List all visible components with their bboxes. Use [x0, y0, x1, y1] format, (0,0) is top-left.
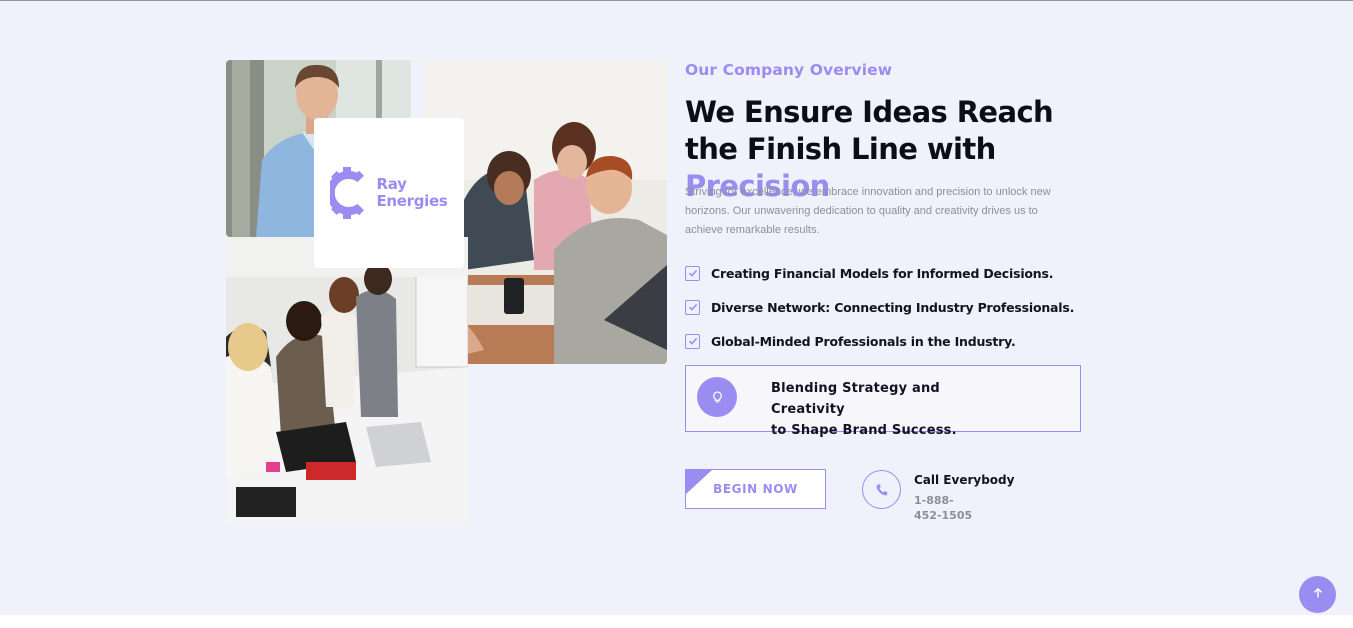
company-overview-section	[0, 1, 1353, 615]
office-team-image	[226, 237, 468, 523]
checkbox-checked-icon	[685, 299, 700, 315]
call-label: Call Everybody	[914, 473, 1015, 487]
checkbox-checked-icon	[685, 333, 700, 349]
logo-wordmark: Ray Energies	[376, 176, 447, 210]
checklist-item: Creating Financial Models for Informed D…	[685, 256, 1074, 290]
checklist-item-text: Global-Minded Professionals in the Indus…	[711, 333, 1016, 349]
checklist-item-text: Diverse Network: Connecting Industry Pro…	[711, 299, 1075, 315]
logo-line1: Ray	[376, 175, 407, 193]
phone-icon[interactable]	[862, 470, 901, 509]
headline-main: We Ensure Ideas Reach the Finish Line wi…	[685, 95, 1054, 166]
strategy-feature-box: Blending Strategy and Creativity to Shap…	[685, 365, 1081, 438]
feature-text-line2: to Shape Brand Success.	[771, 423, 957, 438]
checklist-item: Diverse Network: Connecting Industry Pro…	[685, 290, 1074, 324]
begin-now-label: BEGIN NOW	[713, 482, 798, 496]
lightbulb-icon	[697, 377, 737, 417]
phone-number[interactable]: 1-888-452-1505	[914, 493, 978, 523]
arrow-up-icon	[1312, 586, 1324, 604]
gear-icon	[327, 167, 370, 219]
begin-now-button[interactable]: BEGIN NOW	[685, 469, 826, 509]
checklist-item: Global-Minded Professionals in the Indus…	[685, 324, 1074, 358]
scroll-to-top-button[interactable]	[1299, 576, 1336, 613]
logo-line2: Energies	[376, 192, 448, 210]
button-corner-accent	[686, 470, 712, 494]
feature-text: Blending Strategy and Creativity to Shap…	[771, 378, 1011, 441]
feature-checklist: Creating Financial Models for Informed D…	[685, 256, 1074, 358]
checklist-item-text: Creating Financial Models for Informed D…	[711, 265, 1054, 281]
ray-energies-logo-card: Ray Energies	[314, 118, 464, 268]
feature-text-line1: Blending Strategy and Creativity	[771, 381, 940, 417]
section-eyebrow: Our Company Overview	[685, 61, 893, 79]
section-lead-paragraph: Striving for excellence, we embrace inno…	[685, 186, 1051, 236]
checkbox-checked-icon	[685, 265, 700, 281]
